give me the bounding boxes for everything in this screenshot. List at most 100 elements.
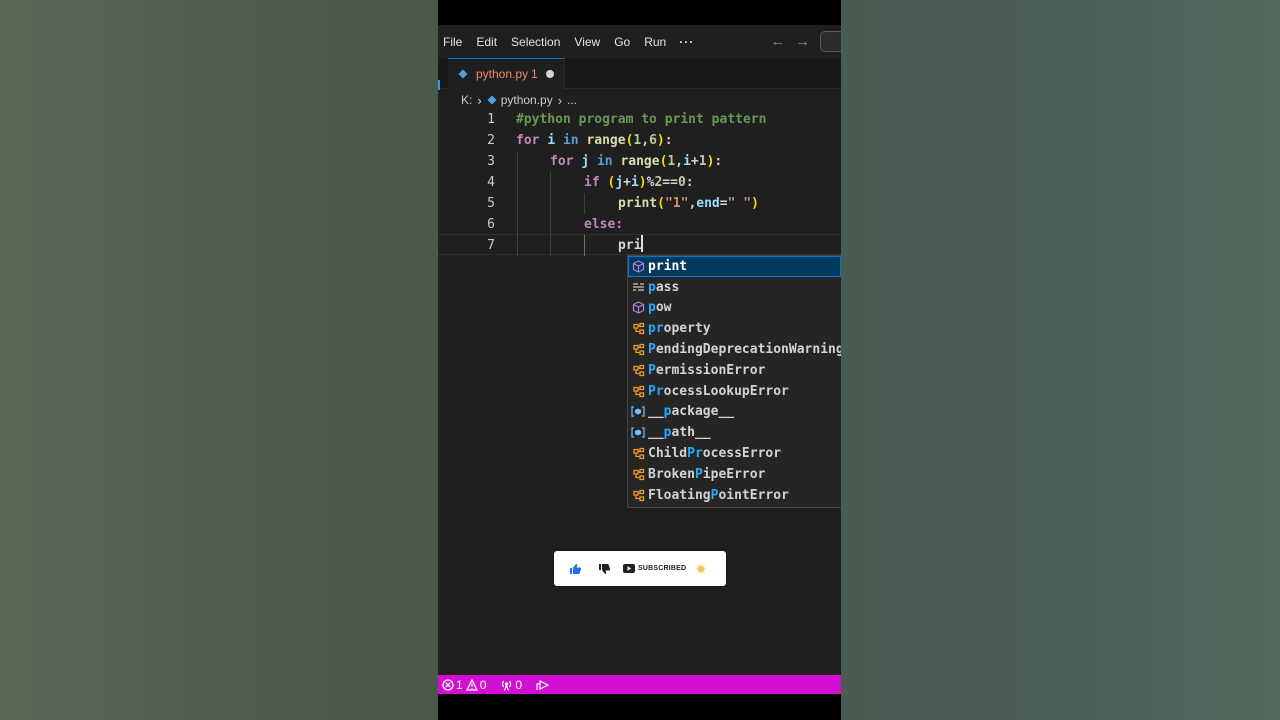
- indent-guide: [550, 214, 551, 235]
- suggestion-item[interactable]: __path__: [628, 422, 841, 443]
- code-text: print("1",end=" "): [618, 196, 759, 211]
- indent-guide: [517, 151, 518, 172]
- code-line[interactable]: 4 if (j+i)%2==0:: [438, 172, 841, 193]
- top-letterbox: [438, 0, 841, 25]
- line-number: 1: [487, 112, 495, 127]
- suggestion-item[interactable]: pass: [628, 277, 841, 298]
- breadcrumb-more[interactable]: ...: [567, 93, 577, 107]
- suggestion-label: BrokenPipeError: [648, 466, 766, 482]
- code-line-current[interactable]: 7 pri: [438, 234, 841, 256]
- class-icon: [628, 343, 648, 356]
- cube-icon: [628, 301, 648, 315]
- problems-indicator[interactable]: 1 0: [442, 678, 486, 692]
- menu-view[interactable]: View: [569, 35, 605, 49]
- code-text: #python program to print pattern: [516, 112, 767, 127]
- code-line[interactable]: 5 print("1",end=" "): [438, 193, 841, 214]
- python-file-icon: [487, 95, 497, 105]
- tab-filename: python.py: [476, 67, 529, 81]
- tab-problem-count: 1: [531, 67, 538, 81]
- breadcrumb-drive[interactable]: K:: [461, 93, 472, 107]
- live-share-icon[interactable]: [536, 679, 550, 691]
- suggestion-label: __package__: [648, 404, 735, 420]
- suggestion-item[interactable]: property: [628, 318, 841, 339]
- arrow-left-icon[interactable]: ←: [770, 33, 785, 50]
- class-icon: [628, 447, 648, 460]
- line-number: 6: [487, 217, 495, 232]
- code-text: if (j+i)%2==0:: [584, 175, 694, 190]
- ports-indicator[interactable]: 0: [500, 678, 522, 692]
- subscribed-label[interactable]: SUBSCRIBED: [638, 565, 686, 572]
- bell-icon[interactable]: [696, 563, 707, 574]
- menu-edit[interactable]: Edit: [471, 35, 502, 49]
- class-icon: [628, 364, 648, 377]
- suggestion-label: PermissionError: [648, 362, 766, 378]
- chevron-right-icon: ›: [557, 92, 563, 108]
- suggestion-label: print: [648, 258, 688, 274]
- tab-python-py[interactable]: python.py 1: [448, 58, 565, 89]
- warning-icon: [465, 678, 478, 691]
- code-line[interactable]: 6 else:: [438, 214, 841, 235]
- suggestion-label: PendingDeprecationWarning: [648, 342, 841, 358]
- youtube-icon: [623, 564, 635, 573]
- suggestion-item[interactable]: PendingDeprecationWarning: [628, 339, 841, 360]
- error-count: 1: [456, 677, 463, 692]
- indent-guide: [517, 214, 518, 235]
- command-center-input[interactable]: [820, 31, 841, 52]
- suggestion-label: pow: [648, 300, 672, 316]
- code-text: pri: [618, 235, 644, 256]
- indent-guide: [550, 193, 551, 214]
- menu-file[interactable]: File: [438, 35, 467, 49]
- tab-bar: python.py 1: [438, 58, 841, 89]
- subscribe-overlay: SUBSCRIBED: [554, 551, 726, 586]
- menu-more-button[interactable]: ···: [679, 35, 694, 49]
- status-bar: 1 0 0: [438, 675, 841, 694]
- bottom-letterbox: [438, 694, 841, 720]
- suggestion-item[interactable]: __package__: [628, 402, 841, 423]
- variable-icon: [628, 406, 648, 418]
- class-icon: [628, 468, 648, 481]
- suggestion-label: __path__: [648, 425, 711, 441]
- code-line[interactable]: 1 #python program to print pattern: [438, 109, 841, 130]
- line-number: 3: [487, 154, 495, 169]
- suggestion-widget[interactable]: print pass pow property PendingDeprecationWa…: [627, 255, 841, 508]
- suggestion-item[interactable]: ChildProcessError: [628, 443, 841, 464]
- indent-guide: [584, 235, 585, 256]
- code-text: for j in range(1,i+1):: [550, 154, 723, 169]
- ports-count: 0: [515, 677, 523, 692]
- suggestion-label: ProcessLookupError: [648, 383, 789, 399]
- chevron-right-icon: ›: [477, 92, 482, 108]
- suggestion-item[interactable]: PermissionError: [628, 360, 841, 381]
- python-file-icon: [458, 69, 468, 79]
- suggestion-item[interactable]: BrokenPipeError: [628, 464, 841, 485]
- suggestion-item[interactable]: ProcessLookupError: [628, 381, 841, 402]
- code-line[interactable]: 2 for i in range(1,6):: [438, 130, 841, 151]
- code-text: else:: [584, 217, 624, 232]
- radio-tower-icon: [502, 680, 512, 691]
- class-icon: [628, 322, 648, 335]
- suggestion-item[interactable]: pow: [628, 298, 841, 319]
- code-line[interactable]: 3 for j in range(1,i+1):: [438, 151, 841, 172]
- thumbs-down-icon[interactable]: [598, 563, 611, 575]
- menu-bar: File Edit Selection View Go Run ··· ← →: [438, 25, 841, 58]
- indent-guide: [517, 172, 518, 193]
- line-number: 5: [487, 196, 495, 211]
- menu-selection[interactable]: Selection: [506, 35, 565, 49]
- suggestion-label: FloatingPointError: [648, 487, 789, 503]
- suggestion-label: pass: [648, 279, 680, 295]
- unsaved-dot-icon[interactable]: [545, 70, 554, 78]
- arrow-right-icon[interactable]: →: [795, 33, 810, 50]
- menu-run[interactable]: Run: [639, 35, 671, 49]
- editor-window: File Edit Selection View Go Run ··· ← → …: [438, 0, 841, 720]
- menu-go[interactable]: Go: [609, 35, 635, 49]
- suggestion-item[interactable]: FloatingPointError: [628, 485, 841, 506]
- code-text: for i in range(1,6):: [516, 133, 673, 148]
- indent-guide: [550, 172, 551, 193]
- indent-guide: [517, 235, 518, 256]
- error-icon: [442, 678, 454, 691]
- thumbs-up-icon[interactable]: [569, 563, 582, 575]
- suggestion-item[interactable]: print: [628, 256, 841, 277]
- text-cursor: [641, 235, 644, 252]
- indent-guide: [517, 193, 518, 214]
- breadcrumb-file[interactable]: python.py: [501, 93, 553, 107]
- activity-indicator: [438, 80, 440, 90]
